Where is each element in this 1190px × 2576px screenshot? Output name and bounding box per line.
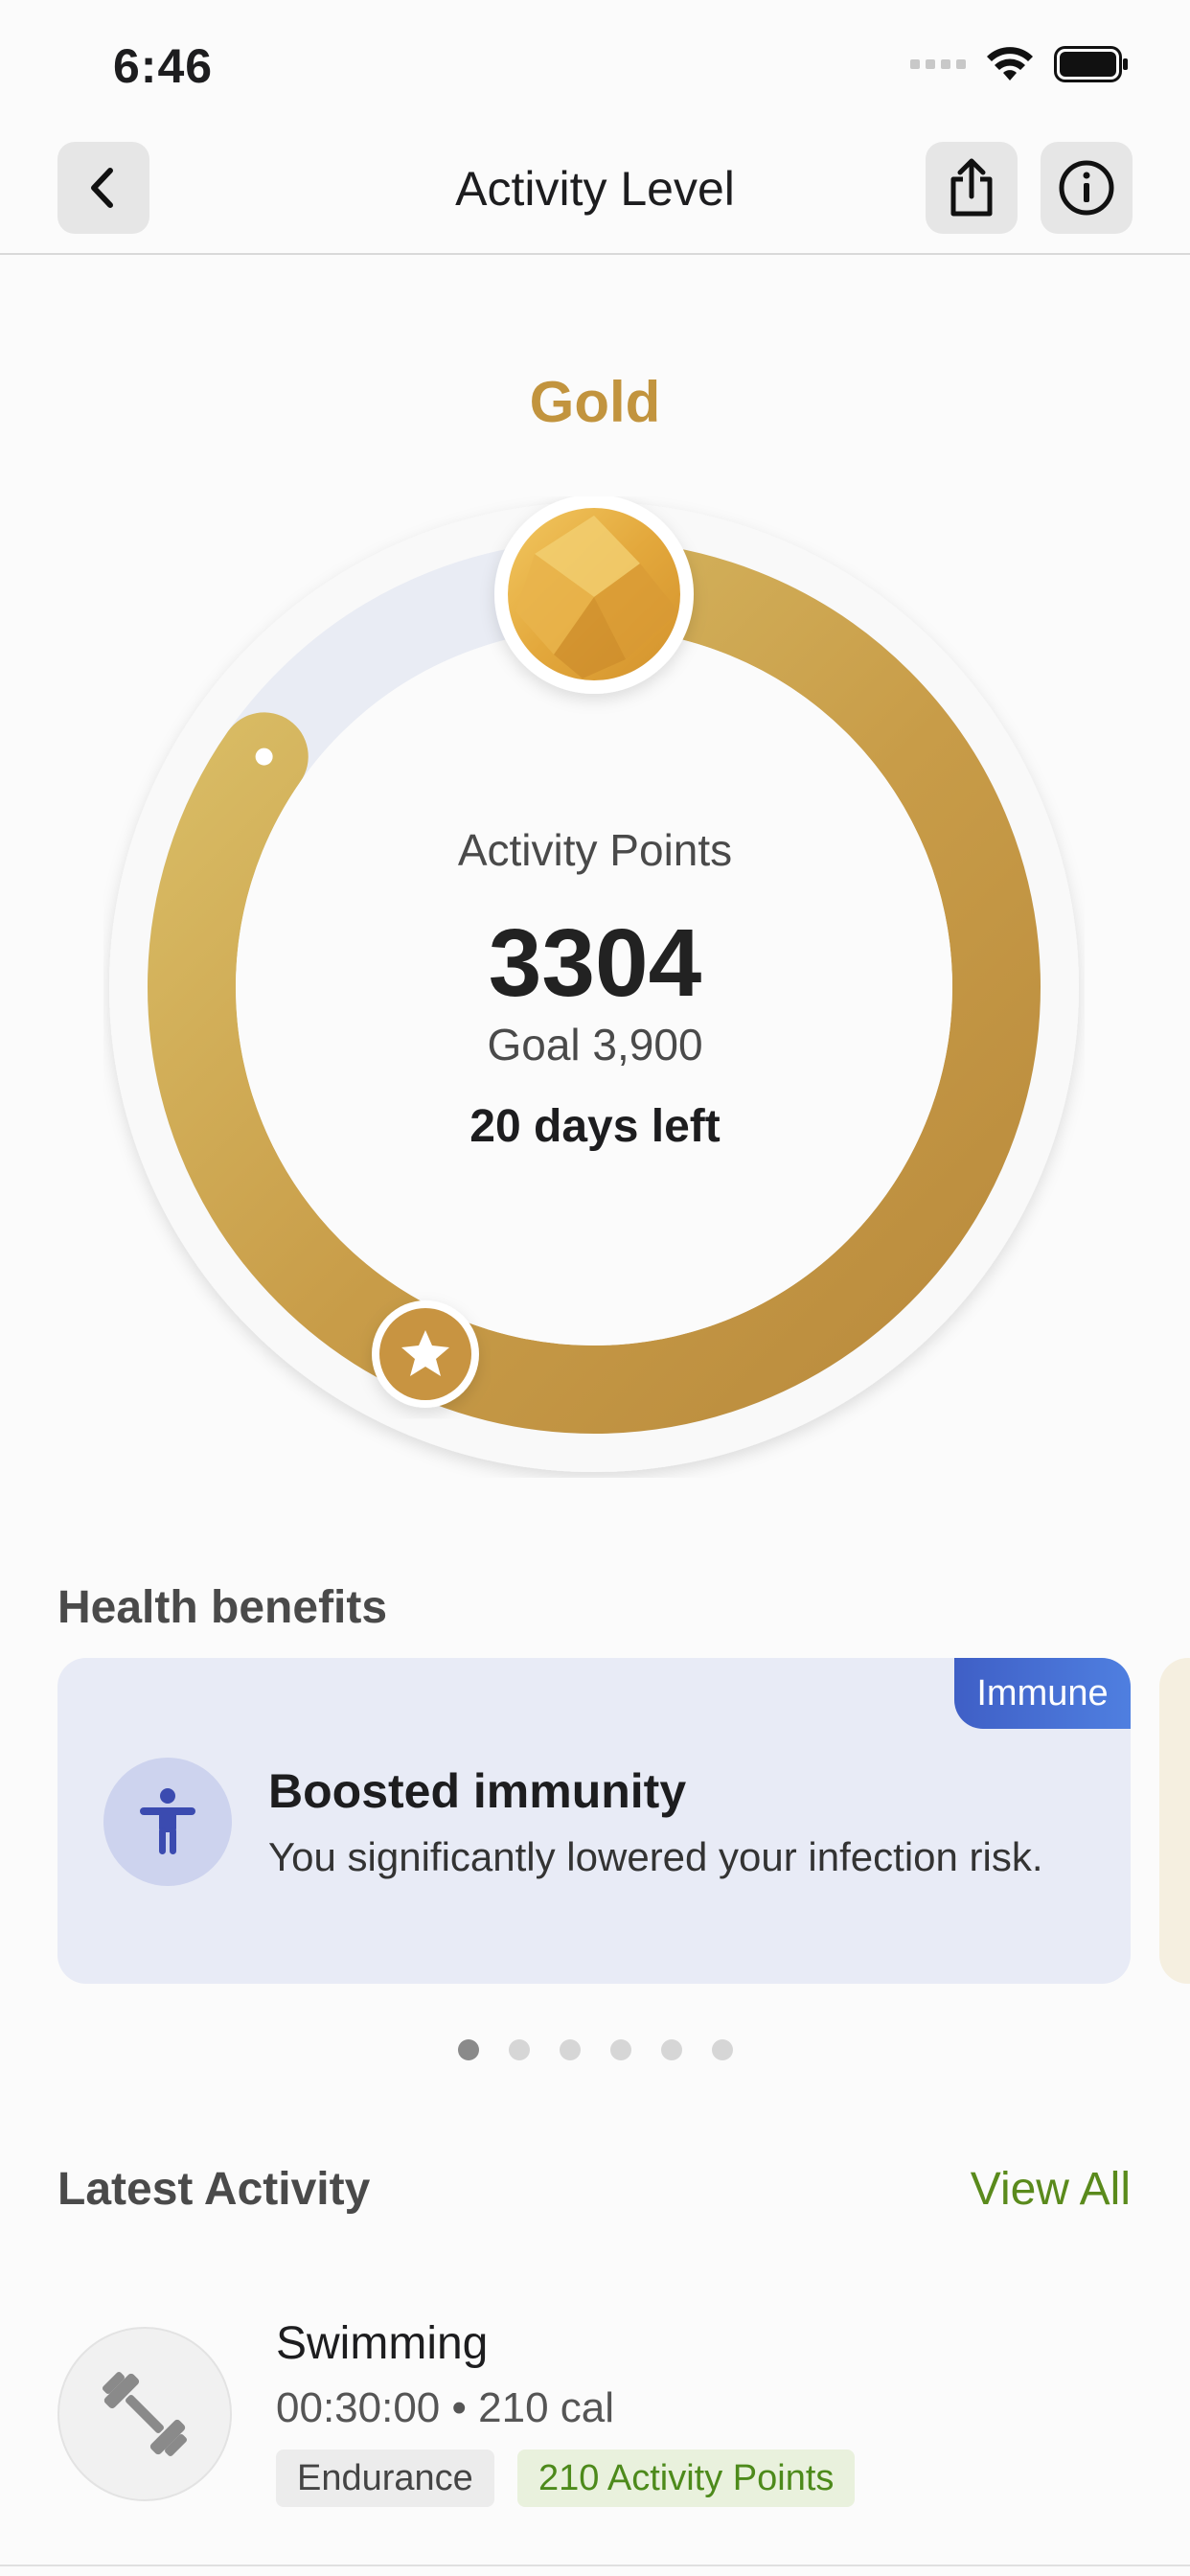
share-button[interactable] — [926, 142, 1018, 234]
status-time: 6:46 — [113, 39, 214, 93]
benefit-description: You significantly lowered your infection… — [268, 1834, 1043, 1879]
signal-icon — [910, 59, 966, 69]
page-dot[interactable] — [559, 2039, 581, 2060]
benefit-card[interactable]: Immune Boosted immunity You significantl… — [57, 1658, 1131, 1984]
activity-points-label: Activity Points — [457, 825, 733, 875]
status-icons — [910, 46, 1129, 82]
next-benefit-card[interactable] — [1159, 1658, 1190, 1984]
page-dot[interactable] — [457, 2039, 479, 2060]
page-dot[interactable] — [609, 2039, 631, 2060]
person-icon — [103, 1758, 232, 1886]
view-all-link[interactable]: View All — [971, 2163, 1131, 2216]
star-badge-icon — [372, 1300, 479, 1408]
benefit-tag: Immune — [954, 1658, 1131, 1729]
page-indicator[interactable] — [0, 2039, 1190, 2060]
gold-medal-icon — [494, 494, 694, 694]
info-icon — [1059, 160, 1114, 216]
list-divider — [0, 2564, 1190, 2566]
nav-divider — [0, 253, 1190, 255]
ring-progress-end-dot — [255, 748, 273, 766]
level-name: Gold — [529, 370, 661, 434]
health-benefits-title: Health benefits — [57, 1582, 388, 1633]
info-button[interactable] — [1041, 142, 1133, 234]
page-dot[interactable] — [660, 2039, 682, 2060]
activity-meta: 00:30:00 • 210 cal — [276, 2384, 615, 2431]
page-dot[interactable] — [508, 2039, 530, 2060]
page-dot[interactable] — [711, 2039, 733, 2060]
activity-points-value: 3304 — [488, 909, 702, 1017]
dumbbell-icon — [57, 2327, 232, 2501]
wifi-icon — [987, 47, 1033, 80]
activity-points-goal: Goal 3,900 — [487, 1020, 703, 1070]
activity-points-chip: 210 Activity Points — [517, 2450, 856, 2507]
benefit-title: Boosted immunity — [268, 1764, 687, 1818]
latest-activity-title: Latest Activity — [57, 2164, 371, 2215]
activity-category-chip: Endurance — [276, 2450, 494, 2507]
activity-title: Swimming — [276, 2318, 489, 2369]
share-icon — [950, 158, 993, 217]
days-left: 20 days left — [469, 1101, 721, 1152]
battery-icon — [1054, 46, 1128, 82]
